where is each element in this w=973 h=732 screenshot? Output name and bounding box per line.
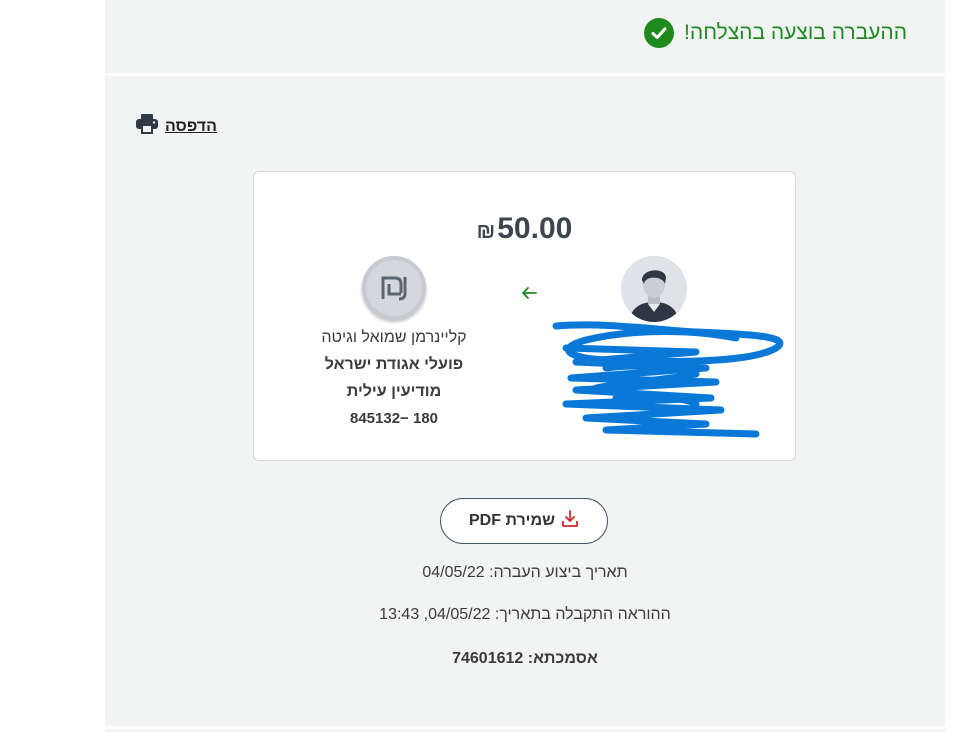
print-link[interactable]: הדפסה <box>135 113 217 140</box>
received-row: ההוראה התקבלה בתאריך: 13:43 ,04/05/22 <box>105 606 945 624</box>
main-panel: ההעברה בוצעה בהצלחה! הדפסה ₪50.00 קליינר… <box>105 0 945 732</box>
execution-date-value: 04/05/22 <box>422 564 485 581</box>
arrow-left-icon <box>520 286 538 305</box>
received-value: 13:43 ,04/05/22 <box>379 606 491 623</box>
currency-symbol: ₪ <box>476 220 496 243</box>
save-pdf-label: שמירת PDF <box>469 512 555 529</box>
reference-row: אסמכתא: 74601612 <box>105 650 945 668</box>
redaction-scribble <box>552 321 784 438</box>
execution-date-label: תאריך ביצוע העברה: <box>489 564 628 581</box>
amount-value: 50.00 <box>497 212 573 245</box>
download-icon <box>561 509 579 533</box>
received-label: ההוראה התקבלה בתאריך: <box>494 606 671 623</box>
execution-date-row: תאריך ביצוע העברה: 04/05/22 <box>105 564 945 582</box>
recipient-name: קליינרמן שמואל וגיטה <box>321 329 467 346</box>
recipient-branch: מודיעין עילית <box>346 383 442 400</box>
check-circle-icon <box>644 18 675 48</box>
success-message: ההעברה בוצעה בהצלחה! <box>684 21 907 44</box>
transfer-amount: ₪50.00 <box>254 212 795 246</box>
success-header: ההעברה בוצעה בהצלחה! <box>105 0 945 76</box>
recipient-details: קליינרמן שמואל וגיטה פועלי אגודת ישראל מ… <box>294 324 494 432</box>
transfer-card: ₪50.00 קליינרמן שמואל וגיטה פועלי אגודת … <box>253 171 796 461</box>
print-label: הדפסה <box>165 117 217 135</box>
footer-divider <box>105 726 945 729</box>
recipient-account: 180 −845132 <box>349 410 439 427</box>
shekel-coin-icon <box>362 256 426 320</box>
recipient-bank: פועלי אגודת ישראל <box>324 356 464 373</box>
reference-label: אסמכתא: <box>527 650 598 667</box>
save-pdf-button[interactable]: שמירת PDF <box>440 498 608 544</box>
reference-value: 74601612 <box>452 650 524 667</box>
printer-icon <box>135 113 159 140</box>
success-banner: ההעברה בוצעה בהצלחה! <box>644 17 907 49</box>
sender-avatar <box>621 256 687 322</box>
